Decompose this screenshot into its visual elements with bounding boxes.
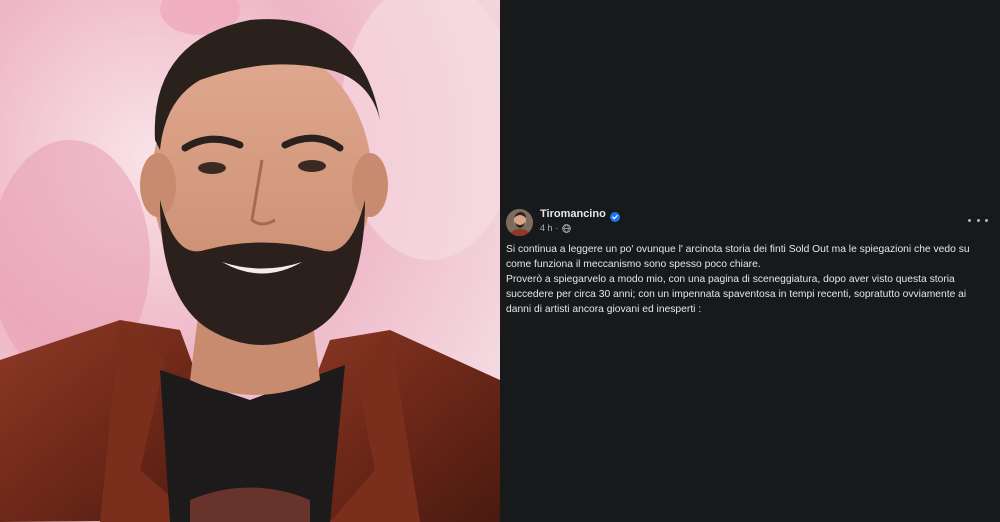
author-avatar[interactable] [506,209,533,236]
avatar-image [506,209,533,236]
post-paragraph: Si continua a leggere un po' ovunque l' … [506,244,970,270]
post-meta: Tiromancino 4 h · [540,208,620,233]
post-panel: Tiromancino 4 h · Si continua a leggere … [500,0,1000,522]
post-timestamp[interactable]: 4 h [540,223,553,233]
timestamp-row: 4 h · [540,223,620,233]
screenshot-frame: Tiromancino 4 h · Si continua a leggere … [0,0,1000,522]
post-header: Tiromancino 4 h · [506,208,994,242]
separator-dot: · [555,223,559,233]
author-row: Tiromancino [540,208,620,222]
more-dot [968,218,971,222]
more-options-icon[interactable] [968,212,988,228]
post-photo[interactable] [0,0,500,522]
post-paragraph: Proverò a spiegarvelo a modo mio, con un… [506,274,967,315]
author-name[interactable]: Tiromancino [540,208,606,220]
post-text: Si continua a leggere un po' ovunque l' … [506,242,992,317]
verified-badge-icon [609,209,620,222]
portrait-illustration [0,0,500,522]
globe-icon[interactable] [561,223,571,233]
more-dot [985,218,988,222]
more-dot [976,218,980,222]
